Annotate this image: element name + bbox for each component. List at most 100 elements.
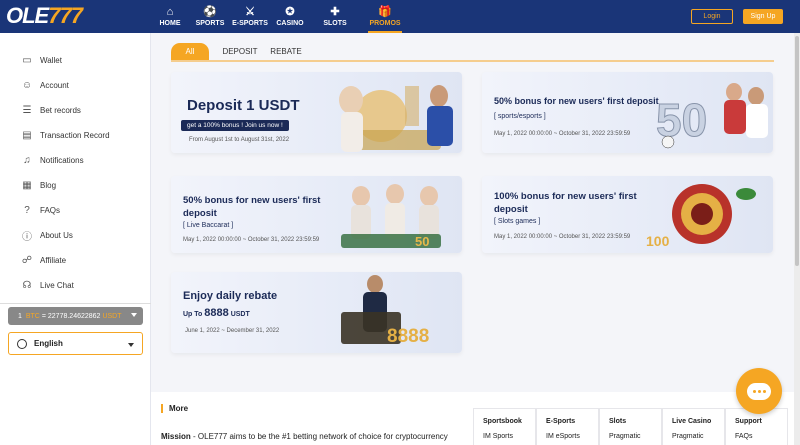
rate-to-currency: USDT [102, 312, 122, 320]
login-button[interactable]: Login [691, 9, 733, 24]
promo-subtitle-unit: USDT [230, 311, 250, 318]
sidebar-item-wallet[interactable]: ▭ Wallet [0, 48, 150, 73]
promo-banner-art: 8888 [341, 275, 429, 347]
sidebar-item-account[interactable]: ☺ Account [0, 73, 150, 98]
promo-banner-art: 50 [656, 83, 768, 149]
nav-home-label: HOME [159, 20, 181, 27]
nav-esports-label: E-SPORTS [232, 20, 268, 27]
gift-icon: 🎁 [378, 6, 392, 18]
promo-banner-art: 50 [341, 184, 441, 249]
blog-icon: ▦ [22, 180, 32, 191]
promo-card-slots-bonus[interactable]: 100% bonus for new users' first deposit … [482, 176, 773, 253]
footer-link[interactable]: Pragmatic [672, 433, 724, 440]
nav-promos-label: PROMOS [369, 20, 401, 27]
info-icon: ⓘ [22, 232, 32, 243]
scrollbar-thumb[interactable] [795, 36, 799, 266]
home-icon: ⌂ [166, 6, 174, 18]
promo-date: June 1, 2022 ~ December 31, 2022 [185, 328, 280, 334]
footer-link[interactable]: FAQs [735, 433, 787, 440]
globe-icon [17, 338, 27, 349]
sidebar-item-label: Account [40, 81, 69, 90]
promo-date: May 1, 2022 00:00:00 ~ October 31, 2022 … [494, 234, 631, 240]
tab-underline [171, 60, 774, 62]
receipt-icon: ▤ [22, 130, 32, 141]
promo-title: Enjoy daily rebate [183, 290, 278, 302]
footer-column-heading: Sportsbook [483, 418, 522, 425]
swords-icon: ⚔ [245, 6, 255, 18]
logo-text: OLE [6, 3, 49, 28]
sidebar-item-label: Bet records [40, 106, 81, 115]
logo-number: 777 [48, 3, 83, 28]
mission-text: Mission - OLE777 aims to be the #1 betti… [161, 432, 481, 441]
bell-icon: ♫ [23, 155, 31, 166]
sidebar-item-bet-records[interactable]: ☰ Bet records [0, 98, 150, 123]
promo-title: 100% bonus for new users' first deposit [494, 191, 637, 215]
nav-sports-label: SPORTS [195, 20, 225, 27]
sidebar-item-blog[interactable]: ▦ Blog [0, 173, 150, 198]
rate-prefix: 1 [18, 312, 22, 320]
sidebar-item-label: Affiliate [40, 256, 67, 265]
promo-card-baccarat-bonus[interactable]: 50% bonus for new users' first deposit [… [171, 176, 462, 253]
promo-subtitle: Up To 8888 USDT [183, 307, 250, 319]
footer-link[interactable]: Pragmatic [609, 433, 661, 440]
footer-column-live-casino: Live Casino Pragmatic [662, 408, 725, 445]
mission-label: Mission [161, 432, 191, 441]
promo-title: 50% bonus for new users' first deposit [183, 195, 321, 219]
sidebar-item-faqs[interactable]: ? FAQs [0, 198, 150, 223]
live-chat-button[interactable] [736, 368, 782, 414]
rate-value: = 22778.24622862 [41, 312, 101, 320]
promo-card-sports-bonus[interactable]: 50% bonus for new users' first deposit [… [482, 72, 773, 153]
footer-column-heading: Support [735, 418, 762, 425]
footer-link[interactable]: IM eSports [546, 433, 598, 440]
footer-column-heading: E-Sports [546, 418, 576, 425]
promo-tabs: All DEPOSIT REBATE [171, 43, 315, 60]
user-icon: ☺ [21, 80, 33, 91]
sidebar: ▭ Wallet ☺ Account ☰ Bet records ▤ Trans… [0, 33, 151, 445]
footer-column-slots: Slots Pragmatic [599, 408, 662, 445]
nav-sports[interactable]: ⚽ SPORTS [190, 0, 230, 33]
tab-rebate[interactable]: REBATE [270, 43, 301, 60]
sidebar-item-label: Wallet [40, 56, 62, 65]
exchange-rate-dropdown[interactable]: 1 BTC = 22778.24622862 USDT [8, 307, 143, 325]
sidebar-item-about-us[interactable]: ⓘ About Us [0, 223, 150, 248]
promo-date: From August 1st to August 31st, 2022 [189, 137, 290, 143]
main-nav: ⌂ HOME ⚽ SPORTS ⚔ E-SPORTS ✪ CASINO ✚ SL… [150, 0, 410, 33]
svg-text:8888: 8888 [387, 326, 429, 347]
chevron-down-icon [128, 343, 134, 347]
footer-column-sportsbook: Sportsbook IM Sports [473, 408, 536, 445]
nav-slots-label: SLOTS [323, 20, 347, 27]
chevron-down-icon [131, 313, 137, 317]
language-select[interactable]: English [8, 332, 143, 355]
sidebar-item-live-chat[interactable]: ☊ Live Chat [0, 273, 150, 298]
wallet-icon: ▭ [22, 55, 32, 66]
footer: More Mission - OLE777 aims to be the #1 … [151, 392, 800, 445]
promo-title: 50% bonus for new users' first deposit [494, 96, 659, 106]
promo-subtitle: [ Live Baccarat ] [183, 222, 234, 229]
promo-card-daily-rebate[interactable]: Enjoy daily rebate Up To 8888 USDT June … [171, 272, 462, 353]
gamepad-icon: ✚ [330, 6, 340, 18]
svg-text:100: 100 [646, 233, 670, 249]
nav-esports[interactable]: ⚔ E-SPORTS [230, 0, 270, 33]
sidebar-item-label: Notifications [40, 156, 84, 165]
promo-card-deposit-1-usdt[interactable]: Deposit 1 USDT get a 100% bonus ! Join u… [171, 72, 462, 153]
ole777-logo[interactable]: OLE 777 [6, 3, 134, 28]
rate-from-currency: BTC [25, 312, 40, 320]
poker-chip-icon: ✪ [285, 6, 295, 18]
sidebar-item-affiliate[interactable]: ☍ Affiliate [0, 248, 150, 273]
tab-all[interactable]: All [171, 43, 209, 60]
top-navbar: OLE 777 ⌂ HOME ⚽ SPORTS ⚔ E-SPORTS ✪ CASI… [0, 0, 800, 33]
nav-casino[interactable]: ✪ CASINO [270, 0, 310, 33]
sidebar-item-notifications[interactable]: ♫ Notifications [0, 148, 150, 173]
footer-link[interactable]: IM Sports [483, 433, 535, 440]
nav-home[interactable]: ⌂ HOME [150, 0, 190, 33]
promo-subtitle-amount: 8888 [204, 307, 229, 319]
promo-date: May 1, 2022 00:00:00 ~ October 31, 2022 … [183, 237, 320, 243]
signup-button[interactable]: Sign Up [743, 9, 783, 24]
document-icon: ☰ [22, 105, 32, 116]
nav-slots[interactable]: ✚ SLOTS [310, 0, 360, 33]
tab-deposit[interactable]: DEPOSIT [222, 43, 257, 60]
nav-promos[interactable]: 🎁 PROMOS [360, 0, 410, 33]
more-heading: More [161, 404, 188, 413]
language-value: English [34, 339, 63, 348]
sidebar-item-transaction-record[interactable]: ▤ Transaction Record [0, 123, 150, 148]
